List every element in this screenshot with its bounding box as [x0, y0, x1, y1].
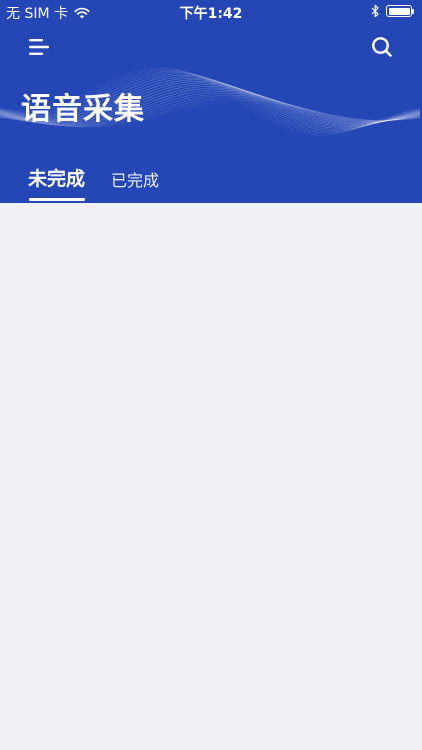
content-area[interactable]	[0, 203, 422, 750]
battery-icon	[386, 5, 414, 17]
tab-incomplete[interactable]: 未完成	[28, 164, 85, 191]
tab-completed[interactable]: 已完成	[111, 167, 159, 191]
tab-bar: 未完成 已完成	[0, 160, 422, 203]
active-tab-indicator	[29, 198, 85, 201]
search-button[interactable]	[362, 30, 402, 64]
status-bar: 无 SIM 卡 下午1:42	[0, 0, 422, 24]
app-screen: 无 SIM 卡 下午1:42 语音采集 未完成 已完成	[0, 0, 422, 750]
menu-icon	[29, 39, 49, 55]
page-title: 语音采集	[21, 92, 145, 127]
status-right	[371, 4, 414, 18]
header: 无 SIM 卡 下午1:42 语音采集 未完成 已完成	[0, 0, 422, 203]
menu-button[interactable]	[20, 30, 60, 64]
search-icon	[372, 37, 392, 57]
bluetooth-icon	[371, 4, 379, 18]
status-time: 下午1:42	[179, 6, 243, 22]
